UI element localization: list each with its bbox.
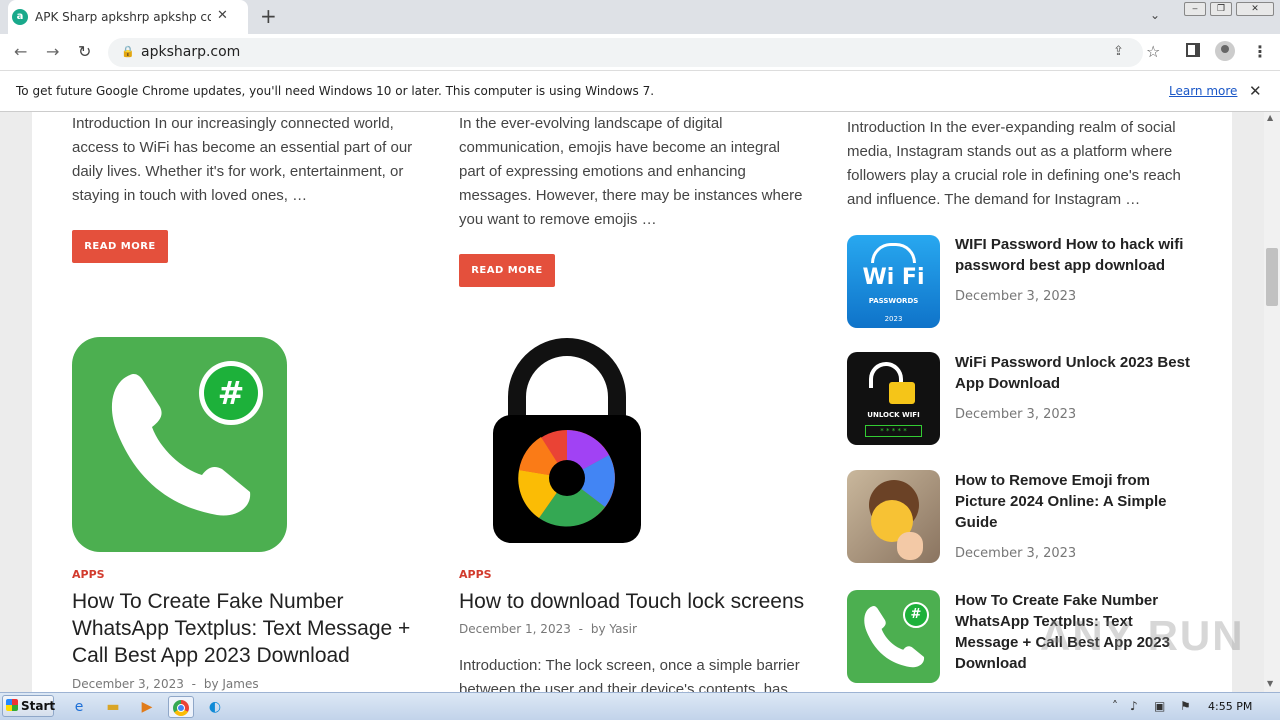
anyrun-watermark: ANY RUN [1040,612,1245,659]
padlock-camera-icon [493,338,641,543]
chrome-menu-icon[interactable]: ⋮ [1252,42,1268,61]
wifi-thumb-text: Wi Fi [862,265,925,290]
remove-emoji-thumbnail[interactable] [847,470,940,563]
post-meta: December 1, 2023 - by Yasir [459,621,789,637]
sidebar-post-title[interactable]: WiFi Password Unlock 2023 Best App Downl… [955,352,1195,394]
internet-explorer-icon[interactable]: e [66,696,92,718]
edge-icon[interactable]: ◐ [202,696,228,718]
post-date: December 1, 2023 [459,622,571,636]
sidebar-post-date: December 3, 2023 [955,546,1077,561]
post-excerpt: Introduction In our increasingly connect… [72,115,413,204]
fake-number-app-image[interactable]: # [72,337,287,552]
hash-badge-icon: # [903,602,929,628]
post-excerpt: Introduction: The lock screen, once a si… [459,657,800,692]
address-bar[interactable] [108,38,1143,67]
media-player-icon[interactable]: ▶ [134,696,160,718]
post-meta: December 3, 2023 - by James [72,676,402,692]
scroll-up-arrow-icon[interactable]: ▲ [1267,113,1273,122]
post-excerpt: In the ever-evolving landscape of digita… [459,115,803,228]
show-hidden-icons-icon[interactable]: ˄ [1112,699,1118,713]
learn-more-link[interactable]: Learn more [1169,84,1237,99]
hash-badge-icon: # [204,366,258,420]
network-icon[interactable]: ▣ [1154,699,1165,713]
post-author[interactable]: Yasir [609,622,637,636]
read-more-button[interactable]: READ MORE [72,230,168,263]
new-tab-button[interactable]: + [260,6,277,26]
volume-icon[interactable]: ♪ [1130,699,1138,713]
wifi-signal-icon [871,243,916,263]
password-dots: * * * * * [865,425,922,437]
read-more-button[interactable]: READ MORE [459,254,555,287]
post-author[interactable]: James [222,677,258,691]
forward-icon[interactable]: → [46,43,59,61]
wifi-thumb-year: 2023 [884,315,903,323]
scrollbar-thumb[interactable] [1266,248,1278,306]
side-panel-icon[interactable] [1186,43,1200,57]
fake-number-thumbnail[interactable]: # [847,590,940,683]
file-explorer-icon[interactable]: ▬ [100,696,126,718]
tab-search-icon[interactable]: ⌄ [1150,8,1160,22]
close-tab-icon[interactable]: ✕ [217,8,228,24]
sidebar-post-date: December 3, 2023 [955,407,1077,422]
url-text[interactable]: apksharp.com [141,44,240,61]
reload-icon[interactable]: ↻ [78,43,91,61]
taskbar-clock[interactable]: 4:55 PM [1208,700,1252,714]
post-title-link[interactable]: How to download Touch lock screens [459,588,819,615]
maximize-button[interactable]: ❐ [1210,2,1232,16]
profile-avatar-icon[interactable] [1215,41,1235,61]
meta-separator: - [191,677,197,691]
infobar-close-icon[interactable]: ✕ [1249,82,1262,100]
back-icon[interactable]: ← [14,43,27,61]
wifi-thumb-sub: PASSWORDS [868,297,919,305]
site-favicon-icon: a [12,9,28,25]
sidebar-post-date: December 3, 2023 [955,289,1077,304]
touch-lock-image[interactable] [459,337,674,552]
sidebar-post-title[interactable]: How to Remove Emoji from Picture 2024 On… [955,470,1195,533]
lock-icon[interactable]: 🔒 [121,45,135,58]
wifi-password-thumbnail[interactable]: Wi Fi PASSWORDS 2023 [847,235,940,328]
window-close-button[interactable]: ✕ [1236,2,1274,16]
minimize-button[interactable]: ‒ [1184,2,1206,16]
unlock-wifi-text: UNLOCK WIFI [867,411,920,419]
sidebar-post-title[interactable]: WIFI Password How to hack wifi password … [955,234,1195,276]
infobar-message: To get future Google Chrome updates, you… [16,84,655,98]
scroll-down-arrow-icon[interactable]: ▼ [1267,679,1273,688]
bookmark-star-icon[interactable]: ☆ [1146,42,1160,61]
sidebar-excerpt: Introduction In the ever-expanding realm… [847,119,1181,208]
phone-icon [111,374,251,516]
phone-icon [864,606,925,668]
chrome-logo-icon [173,700,189,716]
tab-title[interactable]: APK Sharp apkshrp apkshp com - Yo [35,9,211,25]
vertical-scrollbar[interactable] [1264,112,1280,692]
windows-logo-icon [6,699,18,711]
by-label: by [590,622,606,636]
share-icon[interactable]: ⇪ [1113,44,1124,59]
meta-separator: - [578,622,584,636]
action-center-icon[interactable]: ⚑ [1180,699,1191,713]
by-label: by [203,677,219,691]
post-category[interactable]: APPS [459,568,492,582]
chrome-taskbar-icon[interactable] [168,696,194,718]
post-date: December 3, 2023 [72,677,184,691]
hand-icon [897,532,923,560]
padlock-icon [889,382,915,404]
unlock-wifi-thumbnail[interactable]: UNLOCK WIFI * * * * * [847,352,940,445]
post-title-link[interactable]: How To Create Fake Number WhatsApp Textp… [72,588,422,669]
post-category[interactable]: APPS [72,568,105,582]
